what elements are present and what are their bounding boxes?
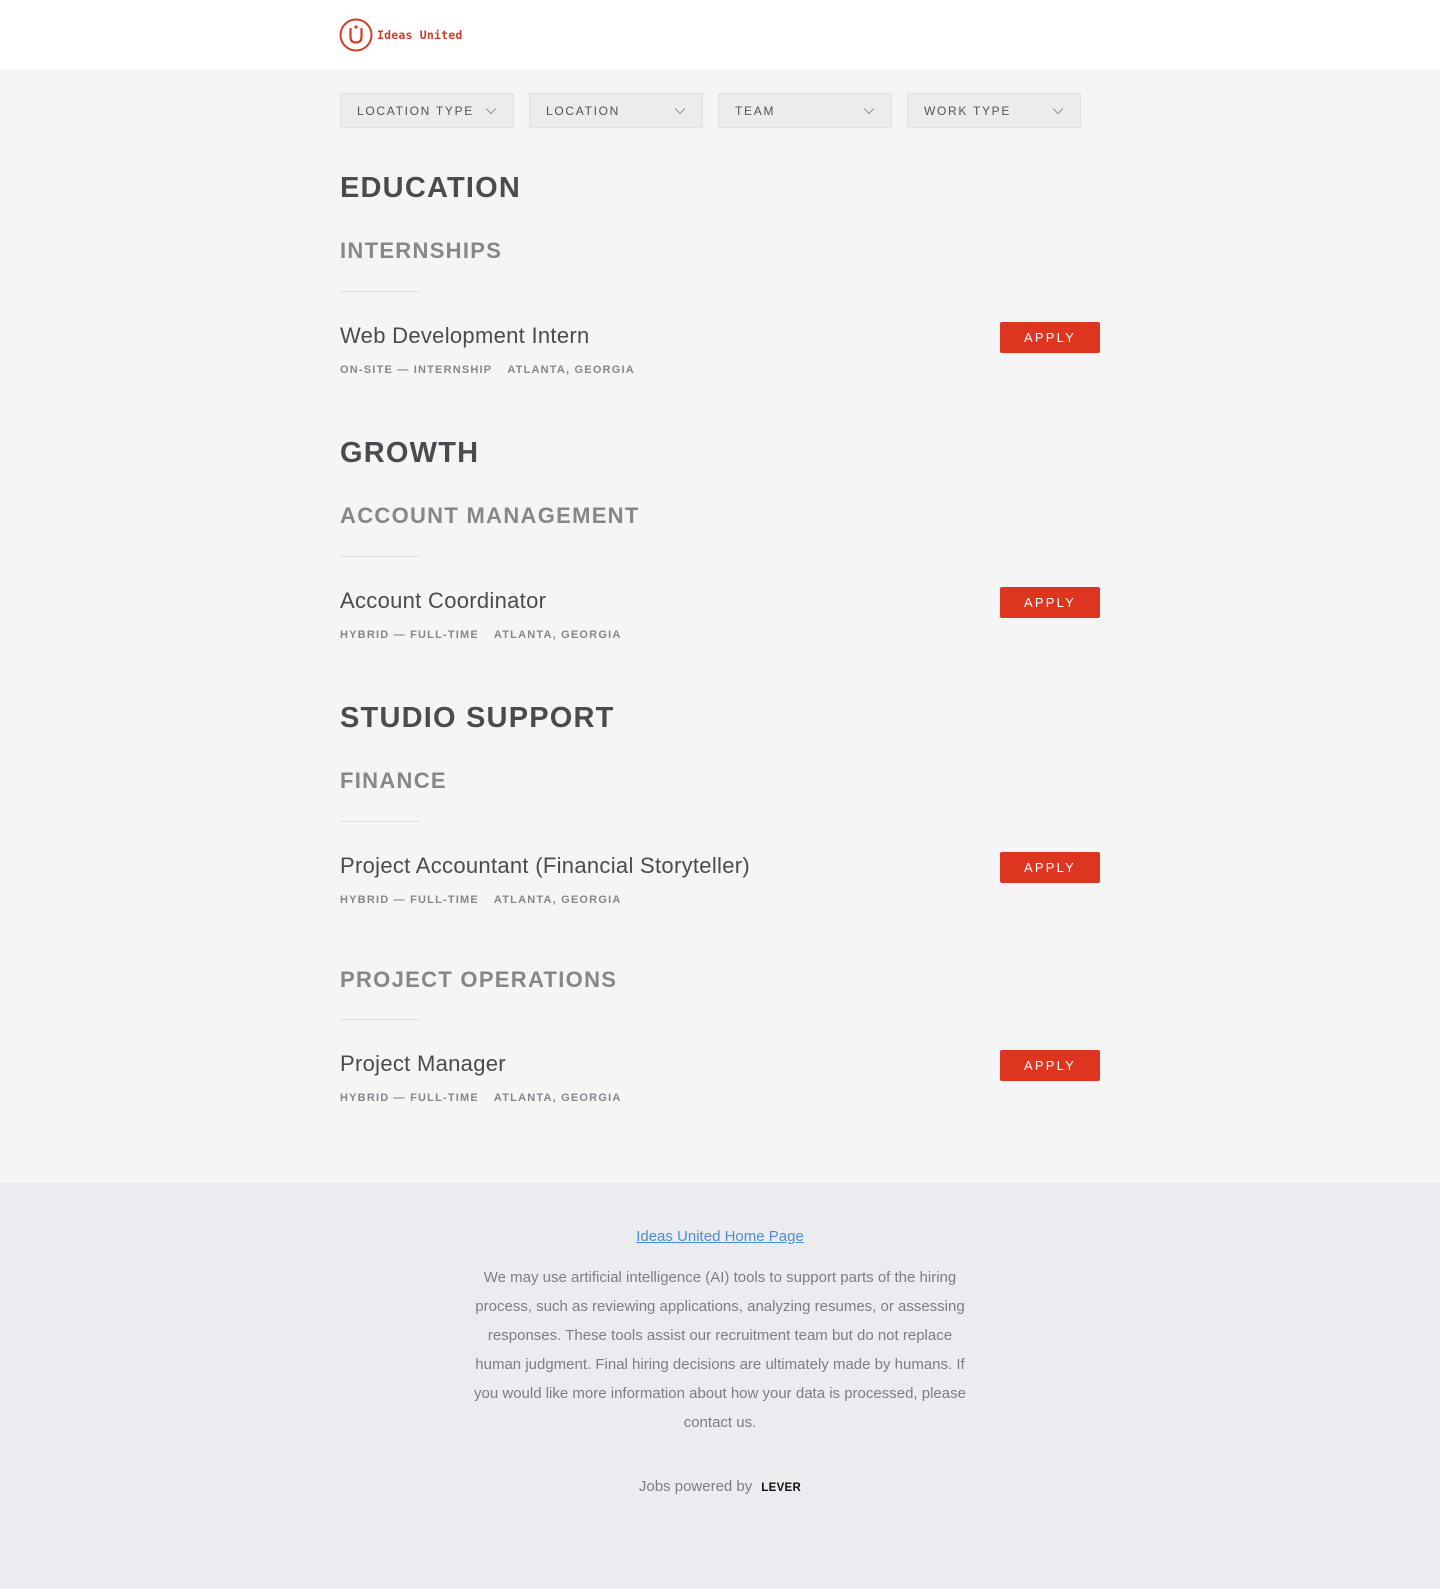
job-meta: HYBRID — FULL-TIME ATLANTA, GEORGIA (340, 629, 621, 641)
ai-disclaimer: We may use artificial intelligence (AI) … (474, 1269, 966, 1431)
team-heading: PROJECT OPERATIONS (340, 967, 618, 992)
job-location: ATLANTA, GEORGIA (507, 364, 635, 376)
job-meta: HYBRID — FULL-TIME ATLANTA, GEORGIA (340, 894, 621, 906)
job-commitment: ON-SITE — INTERNSHIP (340, 364, 493, 376)
job-commitment: HYBRID — FULL-TIME (340, 1092, 479, 1104)
job-title-link[interactable]: Web Development Intern (340, 323, 590, 349)
job-commitment: HYBRID — FULL-TIME (340, 894, 479, 906)
team-divider (340, 556, 419, 557)
filter-team[interactable]: TEAM (718, 93, 892, 128)
ideas-united-logo-icon (339, 18, 373, 52)
team-divider (340, 821, 419, 822)
lever-logo[interactable]: LEVER (761, 1482, 801, 1494)
department-heading: STUDIO SUPPORT (340, 702, 615, 734)
department-heading: GROWTH (340, 437, 480, 469)
job-meta: HYBRID — FULL-TIME ATLANTA, GEORGIA (340, 1092, 621, 1104)
home-page-link[interactable]: Ideas United Home Page (0, 1228, 1440, 1245)
team-heading: INTERNSHIPS (340, 238, 503, 263)
team-heading: ACCOUNT MANAGEMENT (340, 503, 640, 528)
powered-by: Jobs powered by LEVER (0, 1478, 1440, 1495)
filter-label: WORK TYPE (924, 103, 1012, 118)
filter-label: LOCATION (546, 103, 621, 118)
powered-by-text: Jobs powered by (638, 1478, 753, 1495)
apply-button[interactable]: APPLY (1000, 322, 1100, 353)
department-heading: EDUCATION (340, 172, 522, 204)
apply-button[interactable]: APPLY (1000, 1050, 1100, 1081)
team-divider (340, 291, 419, 292)
filter-location-type[interactable]: LOCATION TYPE (340, 93, 514, 128)
job-location: ATLANTA, GEORGIA (493, 894, 622, 906)
page-footer: Ideas United Home Page We may use artifi… (0, 1183, 1440, 1589)
team-divider (340, 1019, 419, 1020)
apply-button[interactable]: APPLY (1000, 587, 1100, 618)
job-location: ATLANTA, GEORGIA (493, 629, 622, 641)
filter-label: TEAM (735, 103, 776, 118)
job-title-link[interactable]: Project Manager (340, 1051, 506, 1077)
chevron-down-icon (1052, 107, 1064, 114)
job-location: ATLANTA, GEORGIA (493, 1092, 622, 1104)
chevron-down-icon (485, 107, 497, 114)
chevron-down-icon (674, 107, 686, 114)
chevron-down-icon (863, 107, 875, 114)
job-meta: ON-SITE — INTERNSHIP ATLANTA, GEORGIA (340, 364, 635, 376)
job-title-link[interactable]: Account Coordinator (340, 588, 546, 614)
filter-location[interactable]: LOCATION (529, 93, 703, 128)
page-header: Ideas United (0, 0, 1440, 69)
filter-work-type[interactable]: WORK TYPE (907, 93, 1081, 128)
apply-button[interactable]: APPLY (1000, 852, 1100, 883)
team-heading: FINANCE (340, 768, 447, 793)
job-commitment: HYBRID — FULL-TIME (340, 629, 479, 641)
job-title-link[interactable]: Project Accountant (Financial Storytelle… (340, 853, 750, 879)
company-logo[interactable]: Ideas United (339, 18, 462, 52)
filter-label: LOCATION TYPE (357, 103, 475, 118)
logo-text: Ideas United (377, 28, 463, 42)
